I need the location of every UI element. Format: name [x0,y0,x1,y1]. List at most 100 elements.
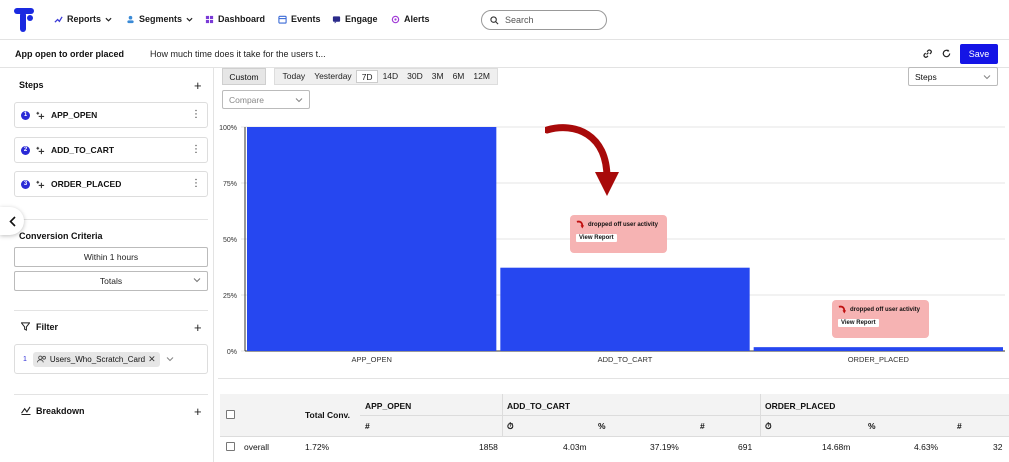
totals-select[interactable]: Totals [14,271,208,291]
range-option-yesterday[interactable]: Yesterday [310,70,357,83]
chevron-down-icon [983,75,991,80]
chevron-down-icon[interactable] [166,356,174,362]
y-tick-label: 50% [223,237,237,244]
range-option-7d[interactable]: 7D [356,70,379,83]
row-label: overall [244,442,270,452]
step-number-badge: 3 [21,179,30,189]
chevron-down-icon [105,17,112,22]
select-all-checkbox[interactable] [226,410,235,419]
drop-off-arrow-icon [545,124,619,196]
filter-row[interactable]: 1 Users_Who_Scratch_Card ✕ [14,344,208,374]
range-option-6m[interactable]: 6M [448,70,469,83]
step-number-badge: 1 [21,110,30,120]
nav-reports[interactable]: Reports [54,14,112,24]
range-option-12m[interactable]: 12M [469,70,495,83]
y-tick-label: 25% [223,293,237,300]
nav-alerts[interactable]: Alerts [391,14,430,24]
y-tick-label: 0% [227,349,237,356]
filter-chip[interactable]: Users_Who_Scratch_Card ✕ [32,351,160,367]
view-type-value: Steps [915,71,937,82]
add-to-cart-percent: 37.19% [650,442,679,452]
add-breakdown-plus-icon[interactable]: + [194,405,202,418]
chevron-down-icon [295,98,303,103]
event-sparkle-icon [36,146,45,154]
divider [14,219,208,220]
view-report-button[interactable]: View Report [838,319,879,327]
funnel-bar-add-to-cart[interactable] [500,267,750,351]
date-range-selector: Today Yesterday 7D 14D 30D 3M 6M 12M [274,68,499,85]
nav-dashboard[interactable]: Dashboard [205,14,265,24]
row-checkbox[interactable] [226,442,235,451]
curved-arrow-icon [576,220,585,229]
report-description[interactable]: How much time does it take for the users… [150,49,326,59]
drop-off-tooltip: dropped off user activity View Report [570,215,667,253]
range-option-30d[interactable]: 30D [403,70,428,83]
filter-title: Filter [36,322,59,332]
nav-segments-label: Segments [139,14,183,24]
close-icon[interactable]: ✕ [148,354,156,365]
dashboard-icon [205,15,214,23]
curved-arrow-icon [838,305,847,314]
total-conv-header[interactable]: Total Conv. [305,410,350,420]
funnel-table: Total Conv. APP_OPEN ADD_TO_CART ORDER_P… [220,394,1009,462]
search-input[interactable]: Search [481,10,607,30]
link-icon[interactable] [922,48,933,59]
step-card-order-placed[interactable]: 3 ORDER_PLACED ⋮ [14,171,208,197]
report-title[interactable]: App open to order placed [15,49,124,59]
divider [14,394,208,395]
nav-events[interactable]: Events [278,14,321,24]
order-placed-percent: 4.63% [914,442,939,452]
users-icon [36,355,46,363]
conversion-window-field[interactable]: Within 1 hours [14,247,208,267]
top-navigation: Reports Segments Dashboard Events Engage… [0,0,1009,40]
x-tick-label: ADD_TO_CART [598,355,653,364]
kebab-menu-icon[interactable]: ⋮ [191,110,201,120]
chevron-left-icon [8,215,16,227]
range-option-3m[interactable]: 3M [427,70,448,83]
nav-alerts-label: Alerts [404,14,430,24]
divider [502,394,503,436]
kebab-menu-icon[interactable]: ⋮ [191,179,201,189]
total-conv-value: 1.72% [305,442,330,452]
save-button[interactable]: Save [960,44,998,64]
app-logo[interactable] [14,8,34,32]
custom-range-button[interactable]: Custom [222,68,266,85]
chevron-down-icon [186,17,193,22]
funnel-bar-order-placed[interactable] [753,347,1003,351]
view-report-button[interactable]: View Report [576,234,617,242]
steps-title: Steps [19,80,44,90]
reports-icon [54,15,63,23]
nav-segments[interactable]: Segments [126,14,193,24]
count-subheader: # [957,421,962,431]
funnel-bar-app-open[interactable] [247,127,497,351]
step-card-app-open[interactable]: 1 APP_OPEN ⋮ [14,102,208,128]
add-filter-plus-icon[interactable]: + [194,321,202,334]
nav-events-label: Events [291,14,321,24]
conversion-criteria-title: Conversion Criteria [19,231,103,241]
divider [220,436,1009,437]
divider [14,310,208,311]
nav-engage[interactable]: Engage [332,14,378,24]
filter-icon [21,322,30,331]
nav-reports-label: Reports [67,14,102,24]
count-subheader: # [700,421,705,431]
kebab-menu-icon[interactable]: ⋮ [191,145,201,155]
time-subheader: ⏱ [507,421,514,431]
step-number-badge: 2 [21,145,30,155]
breakdown-icon [21,406,31,415]
percent-subheader: % [598,421,606,431]
divider [218,378,1009,379]
refresh-icon[interactable] [941,48,952,59]
range-option-14d[interactable]: 14D [378,70,403,83]
range-option-today[interactable]: Today [278,70,310,83]
add-to-cart-time: 4.03m [563,442,587,452]
step-card-add-to-cart[interactable]: 2 ADD_TO_CART ⋮ [14,137,208,163]
events-icon [278,15,287,24]
add-step-plus-icon[interactable]: + [194,79,202,92]
group-header-add-to-cart: ADD_TO_CART [507,401,571,411]
chevron-down-icon [193,278,201,283]
compare-select[interactable]: Compare [222,90,310,109]
view-type-select[interactable]: Steps [908,67,998,86]
step-name: ORDER_PLACED [51,179,122,189]
x-tick-label: ORDER_PLACED [848,355,910,364]
